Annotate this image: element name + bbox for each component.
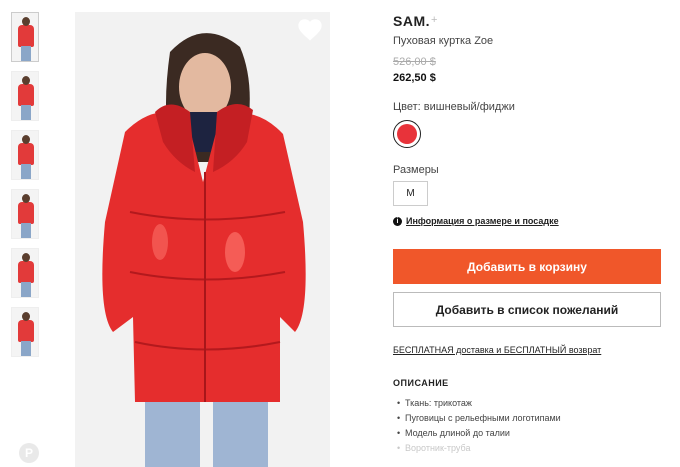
pinterest-icon[interactable]: P [19, 443, 39, 463]
free-shipping-link[interactable]: БЕСПЛАТНАЯ доставка и БЕСПЛАТНЫЙ возврат [393, 345, 601, 355]
original-price: 526,00 $ [393, 56, 436, 68]
thumbnail-1[interactable] [11, 12, 39, 62]
description-title: ОПИСАНИЕ [393, 378, 449, 388]
thumbnail-6[interactable] [11, 307, 39, 357]
heart-icon[interactable] [296, 16, 324, 44]
brand-name[interactable]: SAM. [393, 13, 430, 29]
color-label: Цвет: вишневый/фиджи [393, 101, 515, 113]
thumbnail-5[interactable] [11, 248, 39, 298]
size-option-m[interactable]: M [393, 181, 428, 206]
description-item: Воротник-труба [397, 441, 561, 456]
sale-price: 262,50 $ [393, 72, 436, 84]
follow-brand-icon[interactable]: + [431, 14, 437, 26]
thumbnail-3[interactable] [11, 130, 39, 180]
info-icon: i [393, 216, 402, 226]
add-to-wishlist-button[interactable]: Добавить в список пожеланий [393, 292, 661, 327]
thumbnail-4[interactable] [11, 189, 39, 239]
description-list: Ткань: трикотаж Пуговицы с рельефными ло… [397, 396, 561, 456]
add-to-cart-button[interactable]: Добавить в корзину [393, 249, 661, 284]
sizes-label: Размеры [393, 164, 439, 176]
size-guide-link[interactable]: Информация о размере и посадке [406, 216, 559, 226]
description-item: Пуговицы с рельефными логотипами [397, 411, 561, 426]
color-swatch[interactable] [393, 120, 421, 148]
model-illustration [102, 33, 306, 467]
description-item: Ткань: трикотаж [397, 396, 561, 411]
thumbnail-2[interactable] [11, 71, 39, 121]
main-product-image [75, 12, 330, 467]
description-item: Модель длиной до талии [397, 426, 561, 441]
product-name: Пуховая куртка Zoe [393, 35, 494, 47]
thumbnail-gallery [11, 12, 41, 366]
color-swatch-fill [397, 124, 417, 144]
size-info[interactable]: i Информация о размере и посадке [393, 216, 559, 226]
